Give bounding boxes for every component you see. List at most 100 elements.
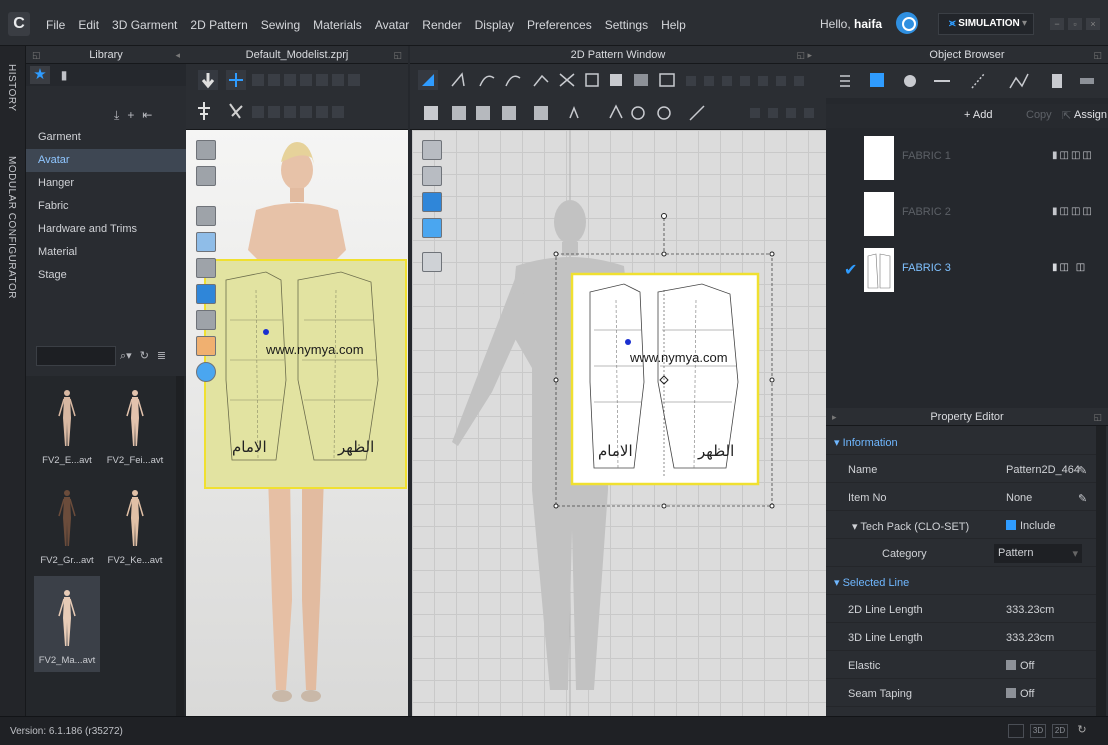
trace-tool-icon[interactable] [659, 73, 675, 87]
fabric-row[interactable]: FABRIC 2 ▮◫◫◫ [826, 186, 1108, 242]
tool-placeholder-icon[interactable] [758, 76, 768, 86]
library-lock-icon[interactable]: ▮ [54, 66, 74, 84]
refresh-icon[interactable]: ↻ [140, 349, 149, 363]
library-item-fabric[interactable]: Fabric [26, 195, 186, 218]
avatar-thumbnail[interactable]: FV2_Gr...avt [34, 476, 100, 572]
user-account-icon[interactable] [896, 12, 918, 34]
avatar-thumbnail-selected[interactable]: FV2_Ma...avt [34, 576, 100, 672]
rectangle-tool-icon[interactable] [610, 74, 622, 86]
pattern-piece[interactable]: www.nymya.com الامام الظهر [570, 272, 760, 486]
pattern-garment-icon[interactable] [422, 166, 442, 186]
menu-materials[interactable]: Materials [313, 18, 362, 32]
button-tab-icon[interactable] [904, 75, 916, 87]
close-button[interactable]: × [1086, 18, 1100, 30]
free-sewing-tool-icon[interactable] [452, 106, 466, 120]
pattern-outline-icon[interactable] [422, 140, 442, 160]
fabric-row-actions-icon[interactable]: ▮◫◫◫ [1052, 206, 1094, 217]
menu-edit[interactable]: Edit [78, 18, 99, 32]
tool-placeholder-icon[interactable] [284, 106, 296, 118]
download-icon[interactable]: ⤓ [114, 108, 119, 123]
select-move-tool-icon[interactable] [198, 70, 218, 90]
item-no-value[interactable]: None [1006, 492, 1032, 504]
buttonhole-tool-icon[interactable] [631, 106, 645, 120]
tool-placeholder-icon[interactable] [332, 74, 344, 86]
add-icon[interactable]: + [127, 108, 134, 123]
menu-2d-pattern[interactable]: 2D Pattern [190, 18, 247, 32]
collapse-icon[interactable]: ◂ [175, 46, 180, 64]
select-mesh-tool-icon[interactable] [226, 70, 246, 90]
fabric-row[interactable]: FABRIC 1 ▮◫◫◫ [826, 130, 1108, 186]
library-scrollbar[interactable] [176, 376, 184, 716]
copy-fabric-button[interactable]: Copy [1026, 109, 1052, 121]
resize-handle[interactable] [769, 503, 775, 509]
tool-placeholder-icon[interactable] [300, 74, 312, 86]
selected-line-section[interactable]: ▾ Selected Line [826, 568, 1096, 595]
tool-placeholder-icon[interactable] [686, 76, 696, 86]
avatar-thumbnail[interactable]: FV2_Fei...avt [102, 376, 168, 472]
check-sewing-tool-icon[interactable] [502, 106, 516, 120]
tool-placeholder-icon[interactable] [252, 74, 264, 86]
resize-handle[interactable] [553, 377, 559, 383]
tool-placeholder-icon[interactable] [300, 106, 312, 118]
pattern-image-overlay[interactable]: www.nymya.com الامام الظهر [204, 259, 407, 489]
minimize-button[interactable]: − [1050, 18, 1064, 30]
tool-placeholder-icon[interactable] [332, 106, 344, 118]
tack-tool-icon[interactable] [229, 103, 243, 119]
add-point-tool-icon[interactable] [533, 74, 549, 87]
favorites-star-icon[interactable]: ★ [30, 66, 50, 84]
tool-placeholder-icon[interactable] [794, 76, 804, 86]
fabric-row-selected[interactable]: ✔ FABRIC 3 ▮◫ ◫ [826, 242, 1108, 298]
search-icon[interactable]: ⌕▾ [120, 349, 132, 363]
tool-placeholder-icon[interactable] [804, 108, 814, 118]
edit-point-tool-icon[interactable] [451, 72, 465, 87]
segment-sewing-tool-icon[interactable] [424, 106, 438, 120]
fabric-row-actions-icon[interactable]: ▮◫◫◫ [1052, 150, 1094, 161]
resize-handle[interactable] [553, 503, 559, 509]
fabric-render-icon[interactable] [196, 284, 216, 304]
m-n-sewing-tool-icon[interactable] [476, 106, 490, 120]
pattern-avatar-silhouette-icon[interactable] [422, 252, 442, 272]
undock-icon[interactable]: ◱ ▸ [796, 46, 812, 64]
edit-pencil-icon[interactable]: ✎ [1078, 464, 1087, 477]
wireframe-icon[interactable] [196, 310, 216, 330]
library-item-hanger[interactable]: Hanger [26, 172, 186, 195]
curve-point-tool-icon[interactable] [505, 75, 521, 87]
resize-handle[interactable] [553, 251, 559, 257]
resize-handle[interactable] [661, 503, 667, 509]
library-item-material[interactable]: Material [26, 241, 186, 264]
tool-placeholder-icon[interactable] [268, 74, 280, 86]
cut-tool-icon[interactable] [559, 73, 575, 87]
seam-taping-checkbox[interactable]: Off [1006, 688, 1034, 700]
pattern-color-icon[interactable] [422, 192, 442, 212]
tool-placeholder-icon[interactable] [268, 106, 280, 118]
information-section[interactable]: ▾ Information [826, 428, 1096, 455]
layout-single-icon[interactable] [1008, 724, 1024, 738]
simulation-mode-dropdown[interactable]: ⪤ SIMULATION ▾ [938, 13, 1034, 35]
refresh-icon[interactable]: ↻ [1074, 724, 1090, 738]
fabric-row-actions-icon[interactable]: ▮◫ ◫ [1052, 262, 1087, 273]
tool-placeholder-icon[interactable] [316, 74, 328, 86]
tool-placeholder-icon[interactable] [704, 76, 714, 86]
menu-help[interactable]: Help [661, 18, 686, 32]
menu-settings[interactable]: Settings [605, 18, 648, 32]
rotate-handle[interactable] [661, 213, 667, 219]
garment-display-icon[interactable] [196, 166, 216, 186]
tool-placeholder-icon[interactable] [740, 76, 750, 86]
zipper-tool-icon[interactable] [657, 106, 671, 120]
tool-placeholder-icon[interactable] [750, 108, 760, 118]
library-item-hardware-trims[interactable]: Hardware and Trims [26, 218, 186, 241]
avatar-thumbnail[interactable]: FV2_E...avt [34, 376, 100, 472]
menu-avatar[interactable]: Avatar [375, 18, 409, 32]
tool-placeholder-icon[interactable] [722, 76, 732, 86]
fabric-display-icon[interactable] [196, 206, 216, 226]
avatar-pose-icon[interactable] [196, 258, 216, 278]
category-select[interactable]: Pattern ▾ [994, 544, 1082, 563]
avatar-thumbnail[interactable]: FV2_Ke...avt [102, 476, 168, 572]
menu-sewing[interactable]: Sewing [261, 18, 300, 32]
view3d-canvas[interactable]: www.nymya.com الامام الظهر [186, 130, 408, 716]
pin-tool-icon[interactable] [198, 102, 210, 120]
collapse-icon[interactable]: ▸ [832, 408, 837, 426]
pin-2d-tool-icon[interactable] [569, 105, 579, 119]
tech-pack-checkbox[interactable]: Include [1006, 520, 1055, 532]
fold-arrangement-tool-icon[interactable] [534, 106, 548, 120]
